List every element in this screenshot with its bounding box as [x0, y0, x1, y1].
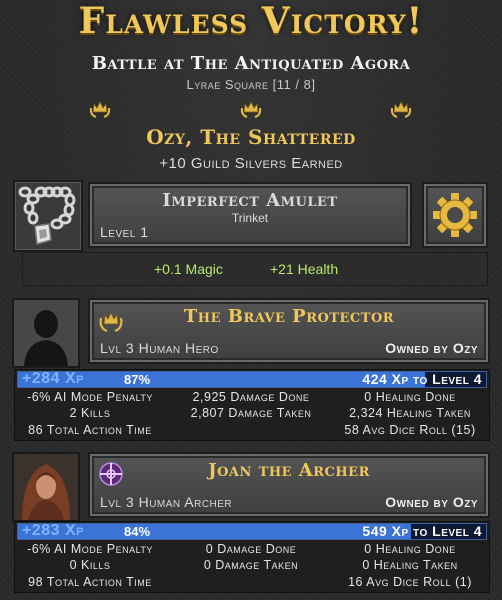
xp-to-next-level: 424 Xp to Level 4	[362, 371, 482, 387]
xp-percent: 87%	[124, 372, 151, 387]
reward-text: +10 Guild Silvers Earned	[159, 155, 343, 172]
xp-gain: +283 Xp	[22, 522, 84, 539]
hero-name: The Brave Protector	[183, 306, 395, 327]
laurel-crown-icon	[390, 101, 412, 118]
amulet-chain-icon	[18, 186, 76, 245]
item-icon-slot[interactable]	[13, 180, 83, 252]
victory-title: Flawless Victory!	[78, 0, 424, 42]
hero-panel[interactable]: The Brave Protector Lvl 3 Human Hero Own…	[88, 298, 490, 364]
ai-mode-penalty: -6% AI Mode Penalty	[27, 542, 153, 556]
xp-to-next-level: 549 Xp to Level 4	[362, 523, 482, 539]
hero-stats-panel: +284 Xp 87% 424 Xp to Level 4 -6% AI Mod…	[14, 369, 490, 441]
item-action-button[interactable]	[422, 182, 488, 248]
healing-done-stat: 0 Healing Done	[364, 542, 456, 556]
archer-portrait	[14, 454, 78, 520]
hero-class: Lvl 3 Human Hero	[100, 340, 219, 356]
hero-class: Lvl 3 Human Archer	[100, 494, 233, 510]
battle-name: Battle at The Antiquated Agora	[91, 53, 411, 74]
hero-stats-panel: +283 Xp 84% 549 Xp to Level 4 -6% AI Mod…	[14, 521, 490, 593]
bonus-health: +21 Health	[270, 261, 339, 277]
dice-roll-stat: 58 Avg Dice Roll (15)	[344, 423, 476, 437]
hero-owner: Owned by Ozy	[385, 340, 478, 356]
damage-taken-stat: 2,807 Damage Taken	[190, 406, 312, 420]
hero-portrait[interactable]	[12, 452, 80, 522]
item-name: Imperfect Amulet	[162, 190, 338, 211]
battle-location: Lyrae Square [11 / 8]	[186, 77, 316, 92]
item-level: Level 1	[100, 224, 149, 240]
item-type: Trinket	[231, 211, 269, 225]
hero-portrait[interactable]	[12, 298, 80, 368]
healing-done-stat: 0 Healing Done	[364, 390, 456, 404]
healing-taken-stat: 2,324 Healing Taken	[349, 406, 471, 420]
dice-roll-stat: 16 Avg Dice Roll (1)	[348, 575, 472, 589]
hero-name: Joan the Archer	[208, 460, 370, 481]
action-time-stat: 98 Total Action Time	[28, 575, 152, 589]
xp-progress-bar: +284 Xp 87% 424 Xp to Level 4	[17, 370, 487, 388]
damage-done-stat: 0 Damage Done	[205, 542, 297, 556]
kills-stat: 2 Kills	[69, 406, 111, 420]
laurel-crown-icon	[89, 101, 111, 118]
silhouette-portrait	[14, 300, 78, 366]
action-time-stat: 86 Total Action Time	[28, 423, 152, 437]
xp-gain: +284 Xp	[22, 370, 84, 387]
item-panel[interactable]: Imperfect Amulet Trinket Level 1	[88, 182, 412, 248]
gear-icon	[433, 193, 477, 237]
damage-done-stat: 2,925 Damage Done	[192, 390, 310, 404]
hero-panel[interactable]: Joan the Archer Lvl 3 Human Archer Owned…	[88, 452, 490, 518]
item-bonus-strip: +0.1 Magic +21 Health	[22, 252, 488, 286]
damage-taken-stat: 0 Damage Taken	[203, 558, 299, 572]
champion-name: Ozy, The Shattered	[146, 125, 356, 149]
bonus-magic: +0.1 Magic	[154, 261, 223, 277]
xp-progress-bar: +283 Xp 84% 549 Xp to Level 4	[17, 522, 487, 540]
laurel-crown-icon	[240, 101, 262, 118]
hero-owner: Owned by Ozy	[385, 494, 478, 510]
kills-stat: 0 Kills	[69, 558, 111, 572]
ai-mode-penalty: -6% AI Mode Penalty	[27, 390, 153, 404]
xp-percent: 84%	[124, 524, 151, 539]
healing-taken-stat: 0 Healing Taken	[362, 558, 458, 572]
